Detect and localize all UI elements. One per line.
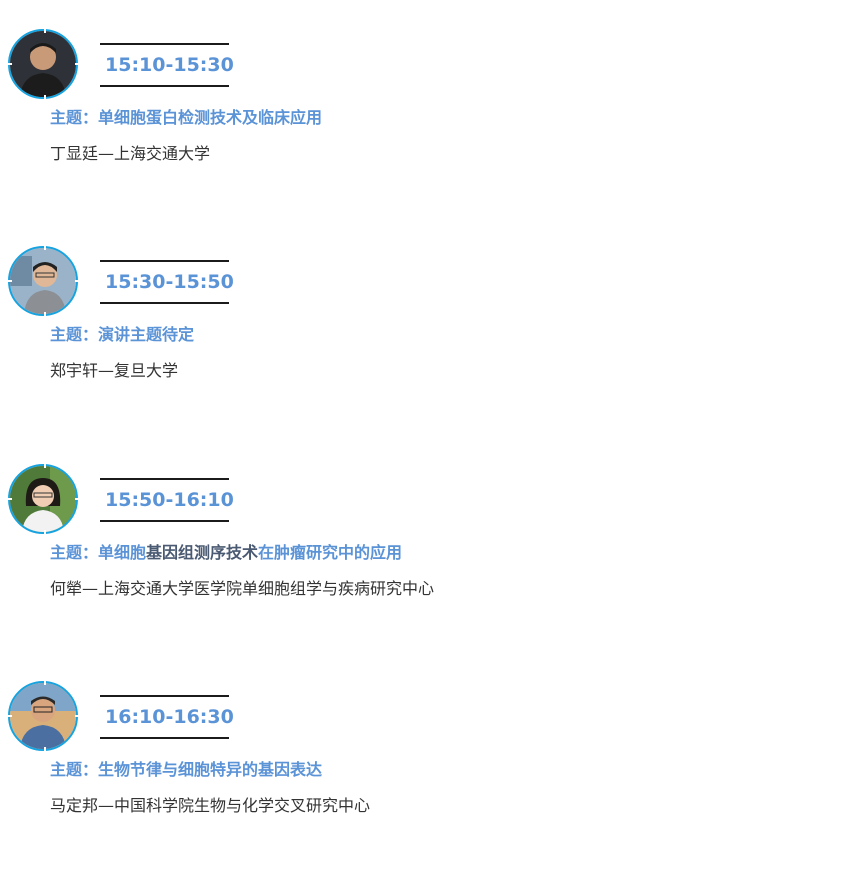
time-slot: 15:30-15:50 <box>100 260 234 304</box>
person-photo-icon <box>10 31 76 97</box>
avatar-tick <box>44 29 46 33</box>
topic-title: 主题：单细胞基因组测序技术在肿瘤研究中的应用 <box>50 539 402 563</box>
avatar-tick <box>75 498 79 500</box>
avatar-tick <box>75 280 79 282</box>
avatar-tick <box>44 464 46 468</box>
topic-text: 主题：生物节律与细胞特异的基因表达 <box>50 760 323 779</box>
time-label: 15:50-16:10 <box>105 489 234 511</box>
session-item: 15:30-15:50 主题：演讲主题待定 郑宇轩—复旦大学 <box>0 217 855 417</box>
avatar-tick <box>75 715 79 717</box>
session-item: 15:10-15:30 主题：单细胞蛋白检测技术及临床应用 丁显廷—上海交通大学 <box>0 0 855 200</box>
time-slot: 16:10-16:30 <box>100 695 234 739</box>
topic-text: 主题：单细胞蛋白检测技术及临床应用 <box>50 108 323 127</box>
avatar-tick <box>8 498 12 500</box>
person-photo-icon <box>10 248 76 314</box>
session-item: 16:10-16:30 主题：生物节律与细胞特异的基因表达 马定邦—中国科学院生… <box>0 652 855 852</box>
topic-title: 主题：单细胞蛋白检测技术及临床应用 <box>50 104 322 128</box>
avatar-tick <box>44 681 46 685</box>
person-photo-icon <box>10 466 76 532</box>
time-label: 16:10-16:30 <box>105 706 234 728</box>
speaker-affiliation: 丁显廷—上海交通大学 <box>50 144 211 163</box>
person-photo-icon <box>10 683 76 749</box>
speaker-affiliation: 马定邦—中国科学院生物与化学交叉研究中心 <box>50 796 371 815</box>
time-label: 15:10-15:30 <box>105 54 234 76</box>
topic-title: 主题：演讲主题待定 <box>50 321 194 345</box>
session-item: 15:50-16:10 主题：单细胞基因组测序技术在肿瘤研究中的应用 何犖—上海… <box>0 435 855 635</box>
time-label: 15:30-15:50 <box>105 271 234 293</box>
avatar-tick <box>8 63 12 65</box>
time-slot: 15:10-15:30 <box>100 43 234 87</box>
avatar-tick <box>75 63 79 65</box>
topic-text: 主题：单细胞 <box>50 543 147 562</box>
topic-title: 主题：生物节律与细胞特异的基因表达 <box>50 756 322 780</box>
avatar-tick <box>8 715 12 717</box>
avatar-tick <box>44 747 46 751</box>
speaker-avatar <box>8 464 78 534</box>
topic-highlight-text: 基因组测序技术 <box>146 543 259 562</box>
avatar-tick <box>44 530 46 534</box>
topic-text-end: 在肿瘤研究中的应用 <box>258 543 403 562</box>
time-slot: 15:50-16:10 <box>100 478 234 522</box>
avatar-tick <box>44 312 46 316</box>
speaker-avatar <box>8 246 78 316</box>
avatar-tick <box>44 246 46 250</box>
speaker-avatar <box>8 681 78 751</box>
topic-text: 主题：演讲主题待定 <box>50 325 195 344</box>
avatar-tick <box>8 280 12 282</box>
speaker-affiliation: 何犖—上海交通大学医学院单细胞组学与疾病研究中心 <box>50 579 435 598</box>
speaker-affiliation: 郑宇轩—复旦大学 <box>50 361 179 380</box>
speaker-avatar <box>8 29 78 99</box>
avatar-tick <box>44 95 46 99</box>
